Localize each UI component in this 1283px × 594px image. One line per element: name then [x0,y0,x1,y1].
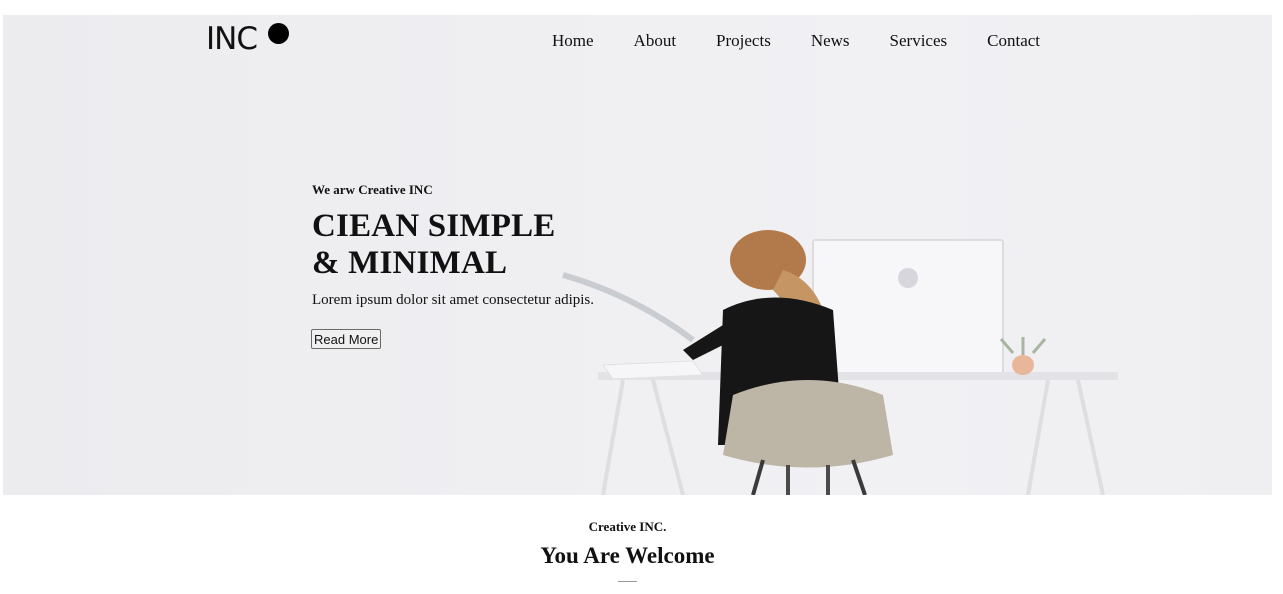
nav-link-services[interactable]: Services [890,31,948,51]
plant-pot [1012,355,1034,375]
logo-text[interactable]: INC [206,24,258,55]
welcome-eyebrow: Creative INC. [588,519,667,534]
hero-eyebrow: We arw Creative INC [312,182,433,197]
hero-title-line-2: & MINIMAL [312,245,508,281]
hero-title-line-1: CIEAN SIMPLE [312,208,556,244]
chair-leg [751,459,765,495]
logo-dot-icon [268,23,289,44]
plant-leaves [999,337,1047,355]
desk-leg [601,379,625,495]
monitor-detail [898,268,918,288]
nav-link-projects[interactable]: Projects [716,31,771,51]
hero-subtitle: Lorem ipsum dolor sit amet consectetur a… [312,292,595,308]
chair-seat [723,380,893,468]
nav-link-home[interactable]: Home [552,31,594,51]
nav-link-contact[interactable]: Contact [987,31,1040,51]
desk-leg [1026,379,1050,495]
desk-leg [651,379,685,495]
welcome-title: You Are Welcome [540,543,715,568]
hero-title: CIEAN SIMPLE & MINIMAL [312,208,556,282]
chair-leg [851,459,867,495]
hero-section: INC Home About Projects News Services Co… [3,15,1272,495]
read-more-button[interactable]: Read More [311,329,382,349]
monitor-shape [812,239,1004,376]
hero-image [562,230,1118,495]
nav-link-about[interactable]: About [634,31,677,51]
nav-link-news[interactable]: News [811,31,850,51]
main-nav: Home About Projects News Services Contac… [552,31,1080,51]
desk-leg [1076,379,1105,495]
title-divider [618,581,637,582]
